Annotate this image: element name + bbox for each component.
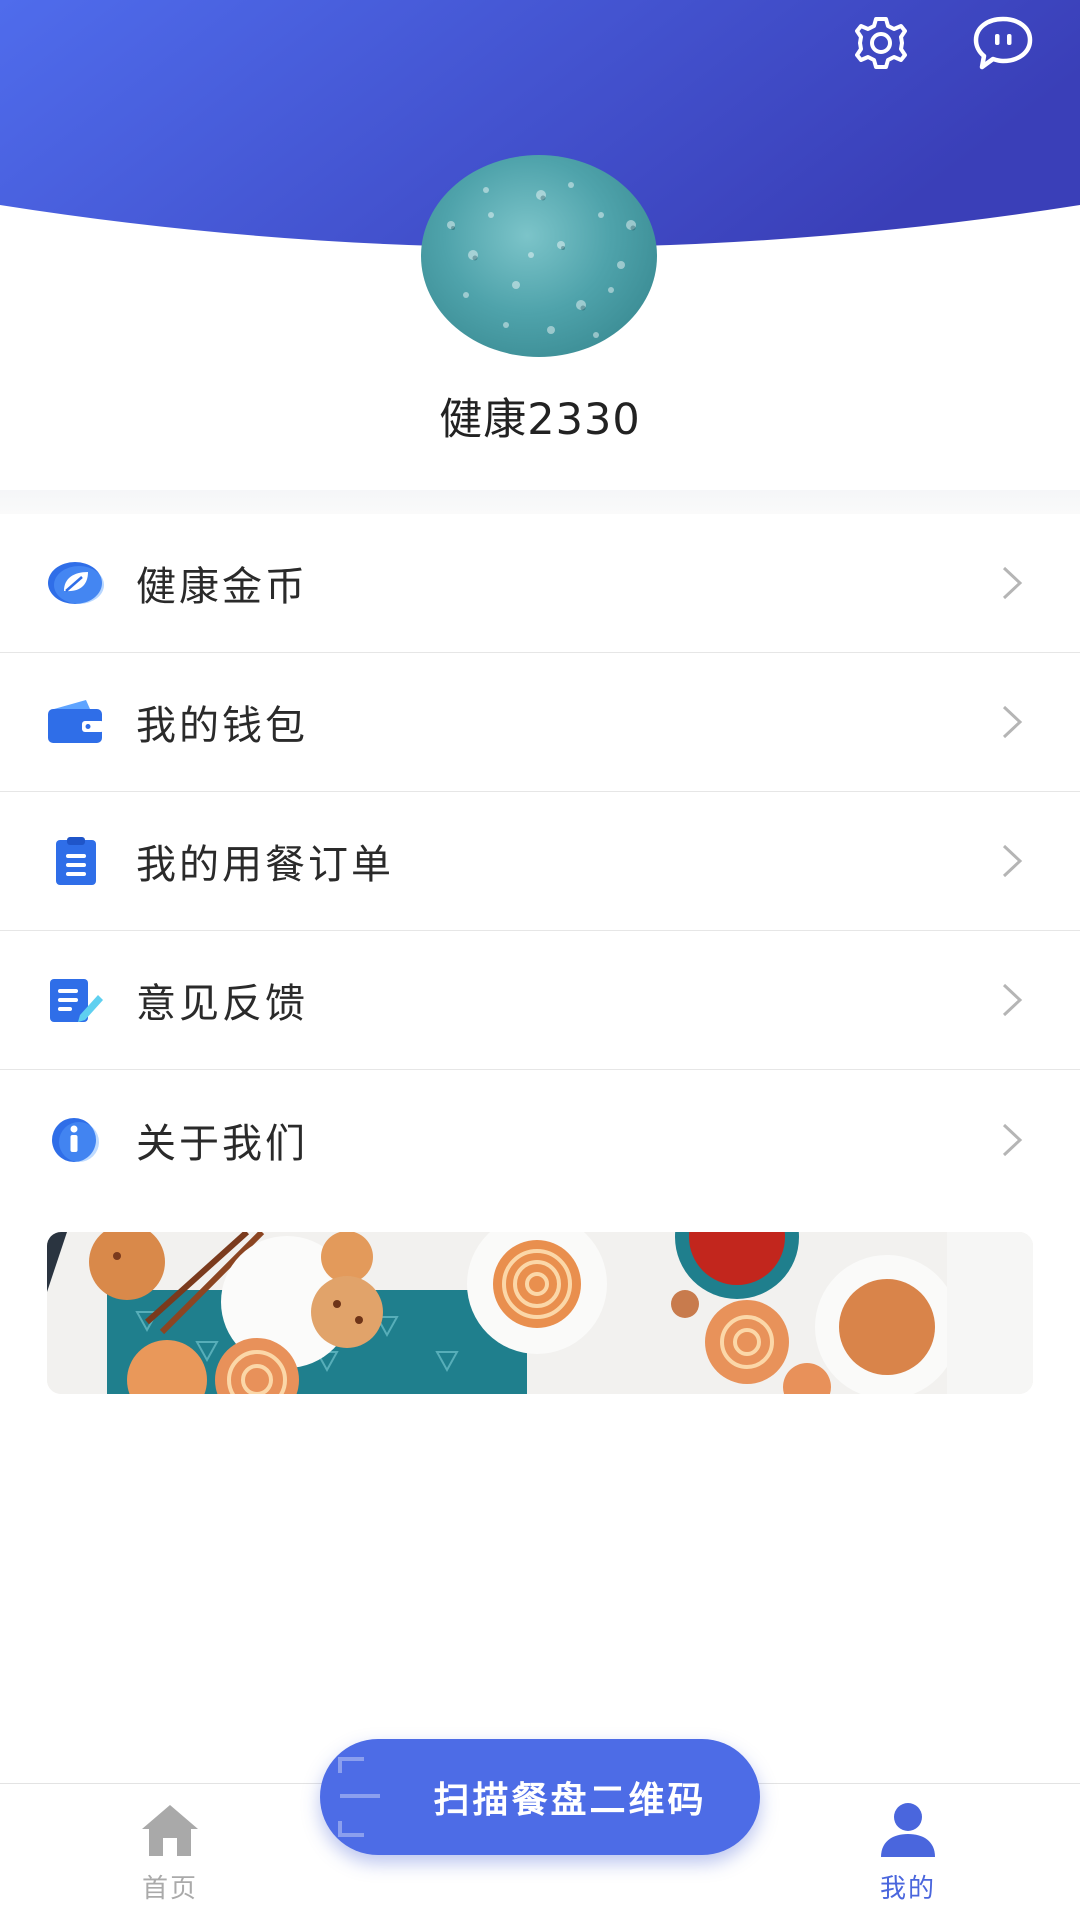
menu-item-label: 意见反馈 — [136, 981, 308, 1027]
avatar-image — [447, 182, 636, 338]
avatar[interactable] — [421, 155, 657, 357]
menu-item-label: 关于我们 — [136, 1120, 308, 1167]
nav-tab-label: 我的 — [879, 1874, 936, 1904]
cookies-banner-image — [47, 1232, 1033, 1394]
settings-button[interactable] — [846, 8, 916, 78]
clipboard-icon — [46, 836, 106, 886]
chevron-right-icon — [998, 1120, 1026, 1160]
scan-qr-button[interactable]: 扫描餐盘二维码 — [320, 1739, 760, 1855]
home-icon — [137, 1800, 203, 1860]
chevron-right-icon — [998, 563, 1026, 603]
nav-tab-mine[interactable]: 我的 — [828, 1784, 988, 1920]
username: 健康2330 — [439, 395, 641, 445]
promo-banner[interactable] — [47, 1232, 1033, 1394]
menu-item-wallet[interactable]: 我的钱包 — [0, 653, 1080, 792]
chevron-right-icon — [998, 702, 1026, 742]
menu-item-label: 我的钱包 — [136, 703, 308, 749]
chevron-right-icon — [998, 980, 1026, 1020]
menu-item-label: 健康金币 — [136, 564, 308, 610]
scan-frame-icon — [338, 1757, 380, 1837]
gear-icon — [855, 17, 907, 69]
profile-page: 健康2330 健康金币 我的钱包 我的用餐订单 意见反馈 关于我们 首页 我的 … — [0, 0, 1080, 1920]
message-button[interactable] — [968, 8, 1038, 78]
menu-item-feedback[interactable]: 意见反馈 — [0, 931, 1080, 1070]
chat-bubble-icon — [973, 16, 1033, 70]
menu-item-about[interactable]: 关于我们 — [0, 1070, 1080, 1209]
menu-item-health-coins[interactable]: 健康金币 — [0, 514, 1080, 653]
menu-item-label: 我的用餐订单 — [136, 842, 394, 888]
leaf-coin-icon — [46, 558, 106, 608]
wallet-icon — [46, 697, 106, 747]
nav-tab-label: 首页 — [141, 1874, 198, 1904]
info-icon — [46, 1115, 106, 1165]
user-icon — [875, 1800, 941, 1860]
nav-tab-home[interactable]: 首页 — [90, 1784, 250, 1920]
menu-item-meal-orders[interactable]: 我的用餐订单 — [0, 792, 1080, 931]
scan-qr-label: 扫描餐盘二维码 — [433, 1780, 707, 1821]
section-divider — [0, 490, 1080, 514]
chevron-right-icon — [998, 841, 1026, 881]
feedback-edit-icon — [46, 975, 106, 1025]
profile-menu: 健康金币 我的钱包 我的用餐订单 意见反馈 关于我们 — [0, 514, 1080, 1209]
